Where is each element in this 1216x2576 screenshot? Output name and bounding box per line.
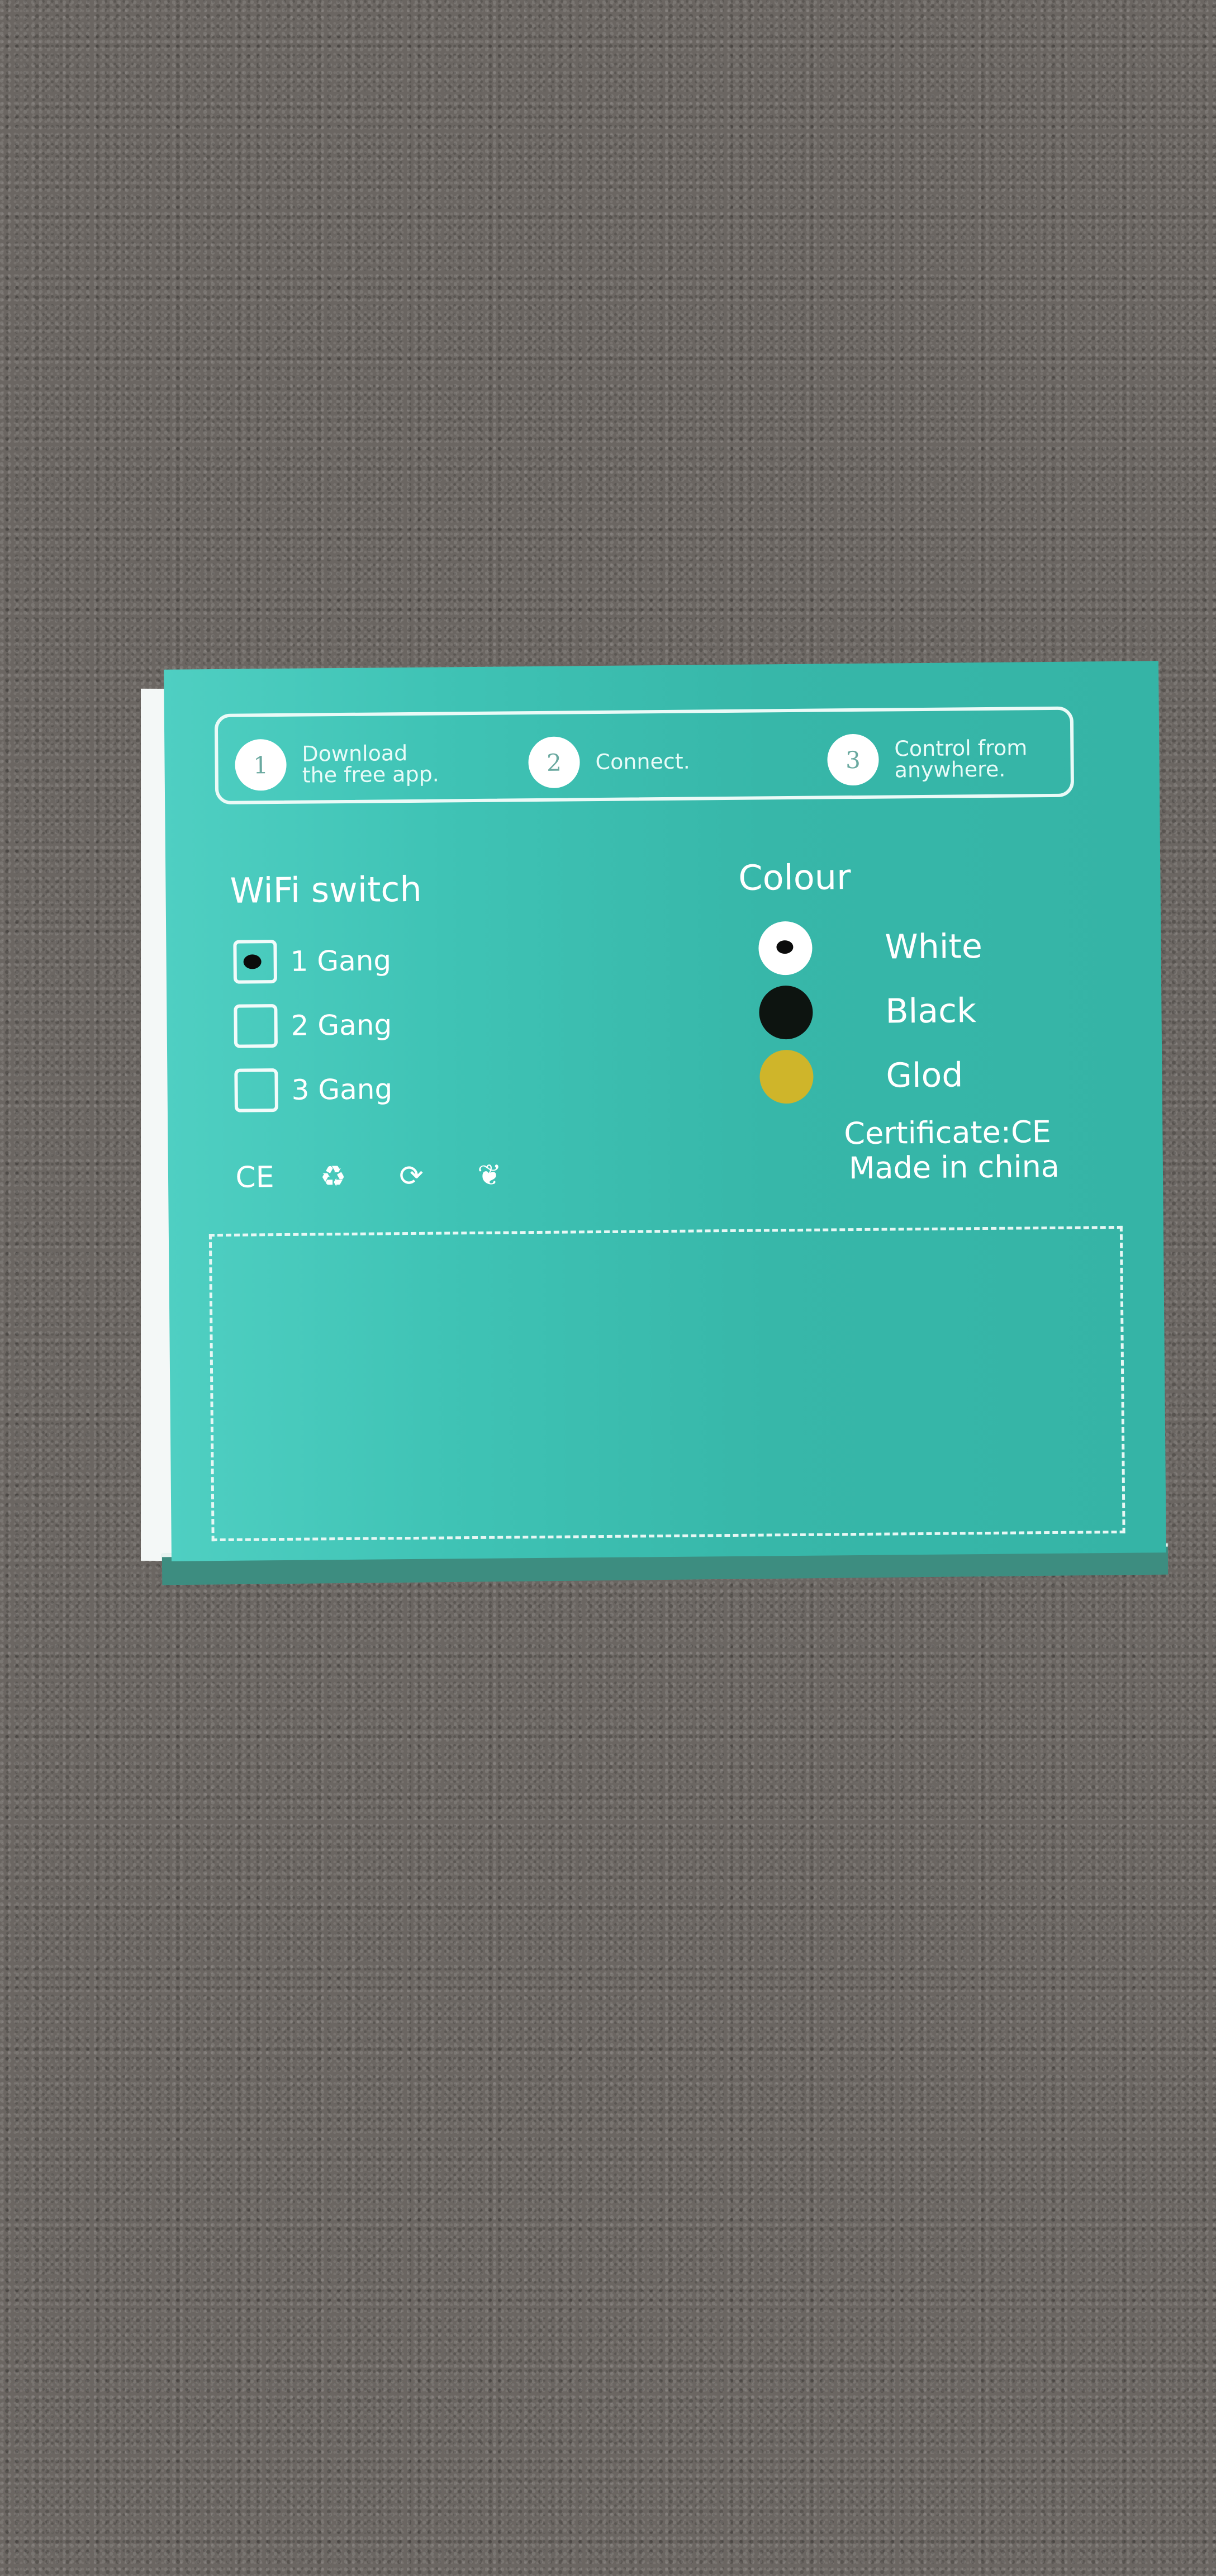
step-text: Control from anywhere. xyxy=(894,735,1028,783)
colour-title: Colour xyxy=(738,856,851,898)
recycle-icon: ♻ xyxy=(320,1159,346,1194)
colour-option-gold: Glod xyxy=(759,1048,963,1104)
gang-option-1: 1 Gang xyxy=(233,939,392,984)
checkbox xyxy=(233,940,277,984)
checked-mark xyxy=(243,954,262,969)
white-swatch xyxy=(758,921,813,976)
product-box: 1 Download the free app. 2 Connect. 3 Co… xyxy=(164,661,1166,1561)
wifi-switch-title: WiFi switch xyxy=(230,868,422,911)
step-3: 3 Control from anywhere. xyxy=(827,732,1028,786)
step-number-badge: 2 xyxy=(528,736,580,789)
step-text: Download the free app. xyxy=(302,740,439,788)
gang-label: 2 Gang xyxy=(291,1008,392,1042)
rohs-icon: ❦ xyxy=(477,1158,502,1192)
certification-icons: CE ♻ ⟳ ❦ xyxy=(235,1158,510,1195)
gold-swatch xyxy=(759,1049,814,1104)
colour-label: Black xyxy=(885,991,977,1031)
checkbox xyxy=(234,1004,278,1048)
colour-option-white: White xyxy=(758,920,983,976)
selected-mark xyxy=(776,940,794,954)
setup-steps-banner: 1 Download the free app. 2 Connect. 3 Co… xyxy=(214,706,1075,805)
gang-label: 1 Gang xyxy=(290,944,392,978)
step-2: 2 Connect. xyxy=(528,736,690,789)
step-text: Connect. xyxy=(595,749,690,775)
origin-text: Made in china xyxy=(848,1148,1060,1186)
green-dot-icon: ⟳ xyxy=(398,1159,424,1194)
colour-label: Glod xyxy=(886,1055,963,1096)
step-1: 1 Download the free app. xyxy=(235,738,439,791)
checkbox xyxy=(234,1068,278,1112)
step-number-badge: 1 xyxy=(235,738,287,791)
black-swatch xyxy=(759,985,813,1040)
gang-label: 3 Gang xyxy=(291,1073,393,1106)
step-number-badge: 3 xyxy=(827,733,879,786)
gang-option-2: 2 Gang xyxy=(234,1003,392,1048)
gang-option-3: 3 Gang xyxy=(234,1067,392,1112)
colour-label: White xyxy=(885,927,983,967)
label-placeholder-area xyxy=(208,1225,1125,1542)
colour-option-black: Black xyxy=(759,984,977,1040)
ce-mark-icon: CE xyxy=(235,1161,274,1195)
certificate-text: Certificate:CE xyxy=(844,1114,1052,1152)
